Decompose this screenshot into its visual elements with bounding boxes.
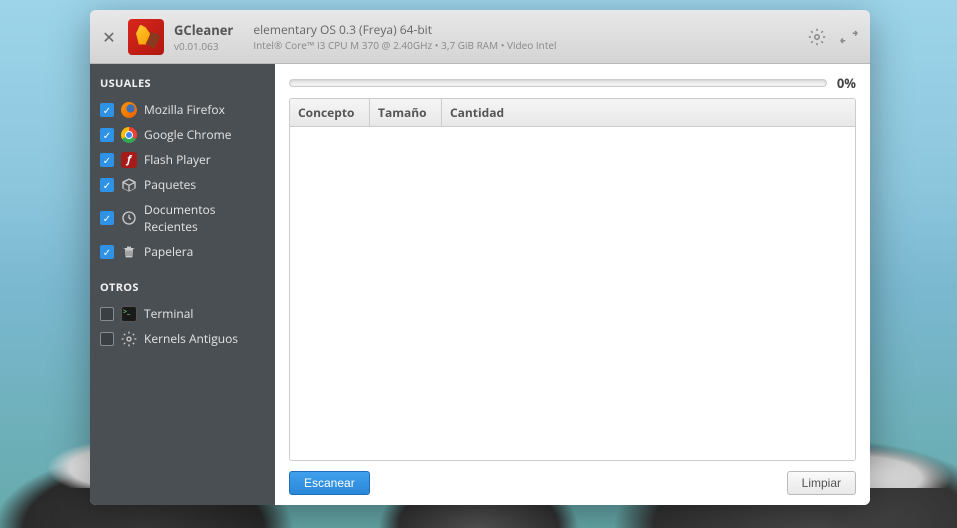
- checkbox-recent-docs[interactable]: [100, 211, 114, 225]
- documents-icon: [121, 210, 137, 226]
- close-button[interactable]: ✕: [100, 28, 118, 46]
- sidebar-item-chrome[interactable]: Google Chrome: [100, 122, 265, 147]
- table-header: Concepto Tamaño Cantidad: [290, 99, 855, 127]
- section-title-otros: OTROS: [100, 280, 265, 295]
- progress-row: 0%: [275, 64, 870, 98]
- footer: Escanear Limpiar: [275, 461, 870, 505]
- sidebar-item-label: Google Chrome: [144, 126, 231, 143]
- sidebar-item-old-kernels[interactable]: Kernels Antiguos: [100, 326, 265, 351]
- app-title-block: GCleaner v0.01.063: [174, 21, 233, 53]
- app-version: v0.01.063: [174, 39, 233, 53]
- progress-bar: [289, 79, 827, 87]
- application-window: ✕ GCleaner v0.01.063 elementary OS 0.3 (…: [90, 10, 870, 505]
- chrome-icon: [121, 127, 137, 143]
- sidebar-item-label: Terminal: [144, 305, 193, 322]
- checkbox-trash[interactable]: [100, 245, 114, 259]
- app-icon: [128, 19, 164, 55]
- col-tamano[interactable]: Tamaño: [370, 99, 442, 126]
- section-title-usuales: USUALES: [100, 76, 265, 91]
- sidebar-item-terminal[interactable]: Terminal: [100, 301, 265, 326]
- sidebar: USUALES Mozilla Firefox Google Chrome Fl…: [90, 64, 275, 505]
- progress-percent: 0%: [837, 74, 856, 92]
- section-usuales: USUALES Mozilla Firefox Google Chrome Fl…: [100, 76, 265, 264]
- sidebar-item-label: Mozilla Firefox: [144, 101, 225, 118]
- checkbox-packages[interactable]: [100, 178, 114, 192]
- scan-button[interactable]: Escanear: [289, 471, 370, 495]
- maximize-icon: [840, 28, 858, 46]
- sidebar-item-label: Flash Player: [144, 151, 211, 168]
- sidebar-item-label: Paquetes: [144, 176, 196, 193]
- titlebar: ✕ GCleaner v0.01.063 elementary OS 0.3 (…: [90, 10, 870, 64]
- col-cantidad[interactable]: Cantidad: [442, 99, 855, 126]
- checkbox-firefox[interactable]: [100, 103, 114, 117]
- sidebar-item-label: Papelera: [144, 243, 193, 260]
- trash-icon: [121, 244, 137, 260]
- flash-icon: [121, 152, 137, 168]
- sidebar-item-flash[interactable]: Flash Player: [100, 147, 265, 172]
- section-otros: OTROS Terminal Kernels Antiguos: [100, 280, 265, 351]
- checkbox-chrome[interactable]: [100, 128, 114, 142]
- app-name: GCleaner: [174, 21, 233, 39]
- checkbox-old-kernels[interactable]: [100, 332, 114, 346]
- clean-button[interactable]: Limpiar: [787, 471, 856, 495]
- sidebar-item-recent-docs[interactable]: Documentos Recientes: [100, 197, 265, 239]
- terminal-icon: [121, 306, 137, 322]
- checkbox-terminal[interactable]: [100, 307, 114, 321]
- os-name: elementary OS 0.3 (Freya) 64-bit: [253, 21, 556, 38]
- sidebar-item-trash[interactable]: Papelera: [100, 239, 265, 264]
- gear-icon: [808, 28, 826, 46]
- kernel-icon: [121, 331, 137, 347]
- firefox-icon: [121, 102, 137, 118]
- sidebar-item-label: Documentos Recientes: [144, 201, 265, 235]
- maximize-button[interactable]: [838, 26, 860, 48]
- table-body: [290, 127, 855, 460]
- package-icon: [121, 177, 137, 193]
- window-body: USUALES Mozilla Firefox Google Chrome Fl…: [90, 64, 870, 505]
- col-concepto[interactable]: Concepto: [290, 99, 370, 126]
- os-info-block: elementary OS 0.3 (Freya) 64-bit Intel® …: [253, 21, 556, 52]
- sidebar-item-firefox[interactable]: Mozilla Firefox: [100, 97, 265, 122]
- checkbox-flash[interactable]: [100, 153, 114, 167]
- hardware-info: Intel® Core™ i3 CPU M 370 @ 2.40GHz • 3,…: [253, 38, 556, 52]
- close-icon: ✕: [102, 26, 115, 48]
- results-table: Concepto Tamaño Cantidad: [289, 98, 856, 461]
- main-panel: 0% Concepto Tamaño Cantidad Escanear Lim…: [275, 64, 870, 505]
- sidebar-item-packages[interactable]: Paquetes: [100, 172, 265, 197]
- settings-button[interactable]: [806, 26, 828, 48]
- sidebar-item-label: Kernels Antiguos: [144, 330, 238, 347]
